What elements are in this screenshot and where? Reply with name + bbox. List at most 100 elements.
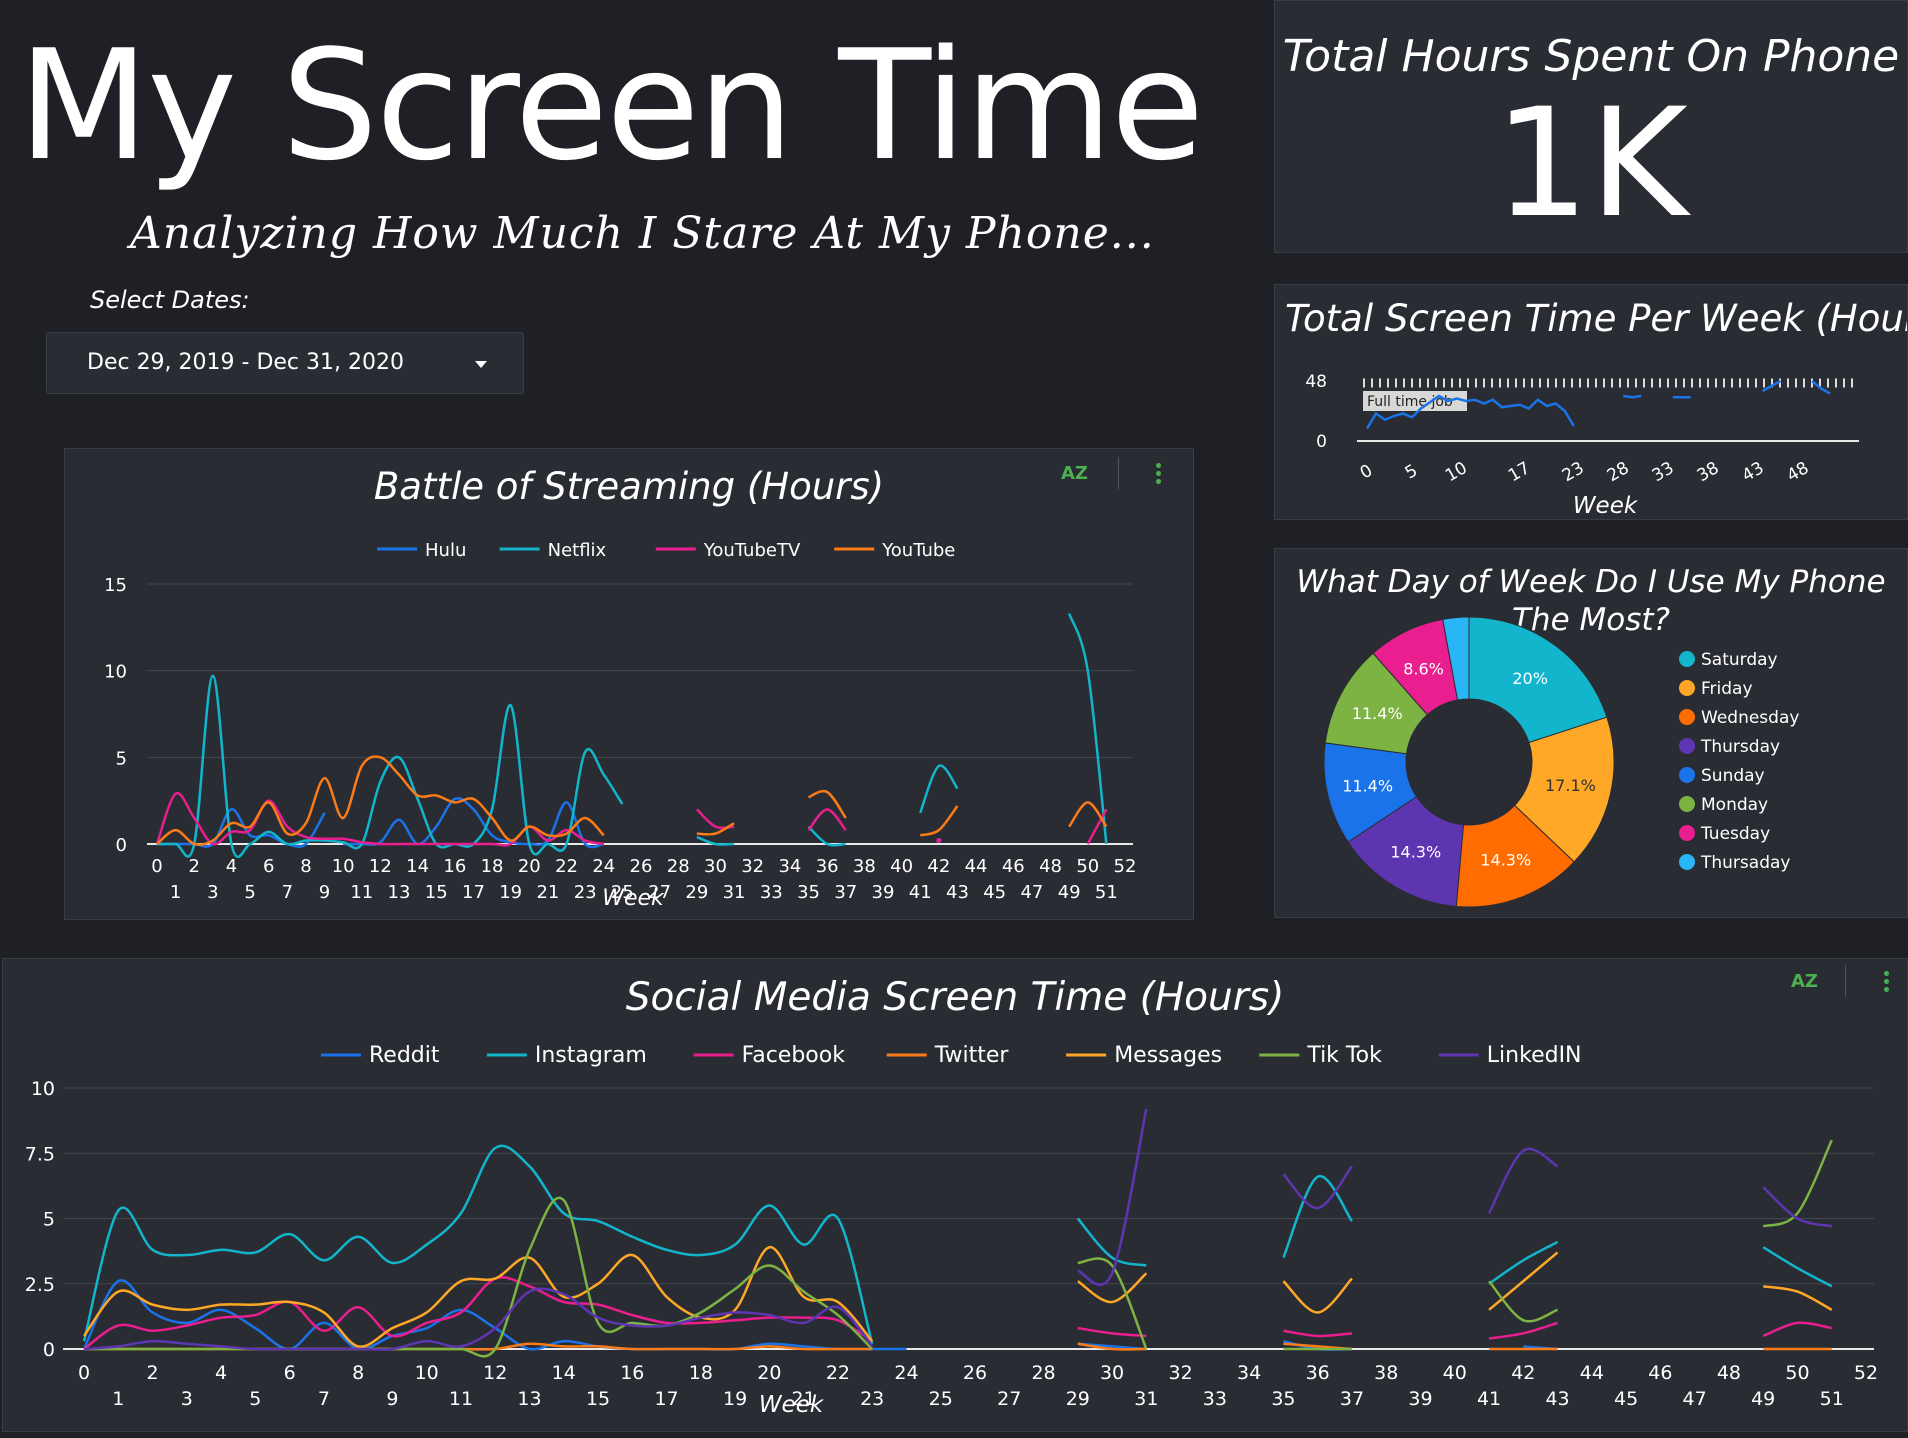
x-tick-label: 42 <box>1511 1362 1535 1384</box>
y-tick-label: 10 <box>104 662 127 683</box>
x-tick-label: 6 <box>263 856 274 877</box>
y-tick-label: 0 <box>1316 432 1327 452</box>
x-tick-label: 43 <box>1545 1388 1569 1410</box>
series-line <box>1067 613 1108 845</box>
legend-label: Twitter <box>934 1043 1010 1068</box>
legend-swatch <box>1679 854 1695 870</box>
series-line <box>1623 394 1642 399</box>
series-line <box>1488 1321 1558 1340</box>
x-tick-label: 21 <box>536 882 559 903</box>
x-tick-label: 9 <box>319 882 330 903</box>
x-tick-label: 39 <box>1408 1388 1432 1410</box>
streaming-chart: 0510150123456789101112131415161718192021… <box>104 540 1137 911</box>
x-tick-label: 30 <box>1100 1362 1124 1384</box>
legend-label: Facebook <box>742 1043 846 1068</box>
x-tick-label: 6 <box>284 1362 296 1384</box>
x-tick-label: 4 <box>226 856 237 877</box>
x-tick-label: 47 <box>1020 882 1043 903</box>
streaming-chart-panel: Battle of Streaming (Hours) AZ 0 5 10 15 0 1 2… <box>64 448 1194 920</box>
x-tick-label: 8 <box>300 856 311 877</box>
pie-value-label: 20% <box>1512 669 1548 688</box>
series-line <box>1076 1217 1147 1267</box>
weekly-chart: 048Full time job0 5 10 17 23 28 33 38 43 48Week <box>1305 372 1859 519</box>
x-tick-label: 51 <box>1095 882 1118 903</box>
pie-value-label: 11.4% <box>1342 776 1393 795</box>
pie-value-label: 11.4% <box>1352 704 1403 723</box>
x-tick-label: 13 <box>517 1388 541 1410</box>
date-range-picker[interactable]: Dec 29, 2019 - Dec 31, 2020 <box>46 332 524 394</box>
x-tick-label: 31 <box>723 882 746 903</box>
x-tick-label: 32 <box>1169 1362 1193 1384</box>
x-tick-label: 22 <box>826 1362 850 1384</box>
y-tick-label: 5 <box>43 1209 55 1231</box>
x-tick-label: 52 <box>1114 856 1137 877</box>
legend-swatch <box>1679 796 1695 812</box>
x-tick-label: 13 <box>388 882 411 903</box>
x-tick-label: 3 <box>207 882 218 903</box>
legend-swatch <box>1679 767 1695 783</box>
x-tick-label: 17 <box>654 1388 678 1410</box>
x-tick-label: 18 <box>689 1362 713 1384</box>
x-tick-label: 0 <box>1357 461 1376 484</box>
kpi-value: 1K <box>1494 77 1688 251</box>
x-tick-label: 3 <box>181 1388 193 1410</box>
pie-value-label: 17.1% <box>1545 776 1596 795</box>
x-tick-label: 34 <box>1237 1362 1261 1384</box>
kpi-panel: Total Hours Spent On Phone 1K <box>1274 0 1908 253</box>
x-tick-label: 45 <box>1614 1388 1638 1410</box>
x-tick-label: 41 <box>1477 1388 1501 1410</box>
social-chart-panel: Social Media Screen Time (Hours) AZ 0 2.5… <box>2 958 1908 1432</box>
select-dates-label: Select Dates: <box>90 286 250 314</box>
x-tick-label: 48 <box>1784 458 1813 486</box>
x-tick-label: 15 <box>586 1388 610 1410</box>
x-tick-label: 1 <box>112 1388 124 1410</box>
series-line <box>1283 1329 1353 1338</box>
x-tick-label: 35 <box>1271 1388 1295 1410</box>
x-tick-label: 43 <box>946 882 969 903</box>
x-tick-label: 38 <box>853 856 876 877</box>
series-line <box>343 797 605 849</box>
x-tick-label: 14 <box>552 1362 576 1384</box>
x-tick-label: 10 <box>415 1362 439 1384</box>
x-tick-label: 33 <box>1649 458 1678 486</box>
y-tick-label: 0 <box>43 1339 55 1361</box>
legend-label: Thursday <box>1700 737 1780 757</box>
legend-label: Netflix <box>548 540 607 561</box>
series-point <box>936 838 942 844</box>
x-tick-label: 28 <box>667 856 690 877</box>
series-line <box>696 822 735 836</box>
x-tick-label: 7 <box>318 1388 330 1410</box>
pie-value-label: 8.6% <box>1403 659 1444 678</box>
x-tick-label: 11 <box>449 1388 473 1410</box>
chevron-down-icon[interactable] <box>475 361 487 368</box>
x-tick-label: 44 <box>965 856 988 877</box>
x-axis-label: Week <box>759 1392 825 1418</box>
series-line <box>1762 1186 1833 1228</box>
series-line <box>82 1279 907 1351</box>
y-tick-label: 7.5 <box>25 1143 55 1165</box>
x-tick-label: 23 <box>574 882 597 903</box>
x-tick-label: 27 <box>997 1388 1021 1410</box>
x-tick-label: 1 <box>170 882 181 903</box>
x-tick-label: 20 <box>518 856 541 877</box>
x-tick-label: 17 <box>1505 458 1534 486</box>
x-tick-label: 23 <box>860 1388 884 1410</box>
x-tick-label: 29 <box>1066 1388 1090 1410</box>
legend-swatch <box>1679 709 1695 725</box>
x-tick-label: 42 <box>927 856 950 877</box>
x-tick-label: 31 <box>1134 1388 1158 1410</box>
y-tick-label: 10 <box>31 1078 55 1100</box>
x-tick-label: 38 <box>1374 1362 1398 1384</box>
y-tick-label: 0 <box>116 835 127 856</box>
x-tick-label: 48 <box>1039 856 1062 877</box>
series-line <box>1487 1147 1559 1214</box>
x-tick-label: 18 <box>481 856 504 877</box>
x-tick-label: 24 <box>592 856 615 877</box>
x-tick-label: 16 <box>443 856 466 877</box>
x-tick-label: 12 <box>369 856 392 877</box>
x-tick-label: 23 <box>1559 458 1588 486</box>
x-tick-label: 46 <box>1648 1362 1672 1384</box>
x-tick-label: 37 <box>1340 1388 1364 1410</box>
legend-label: Wednesday <box>1701 708 1799 728</box>
x-tick-label: 38 <box>1694 458 1723 486</box>
